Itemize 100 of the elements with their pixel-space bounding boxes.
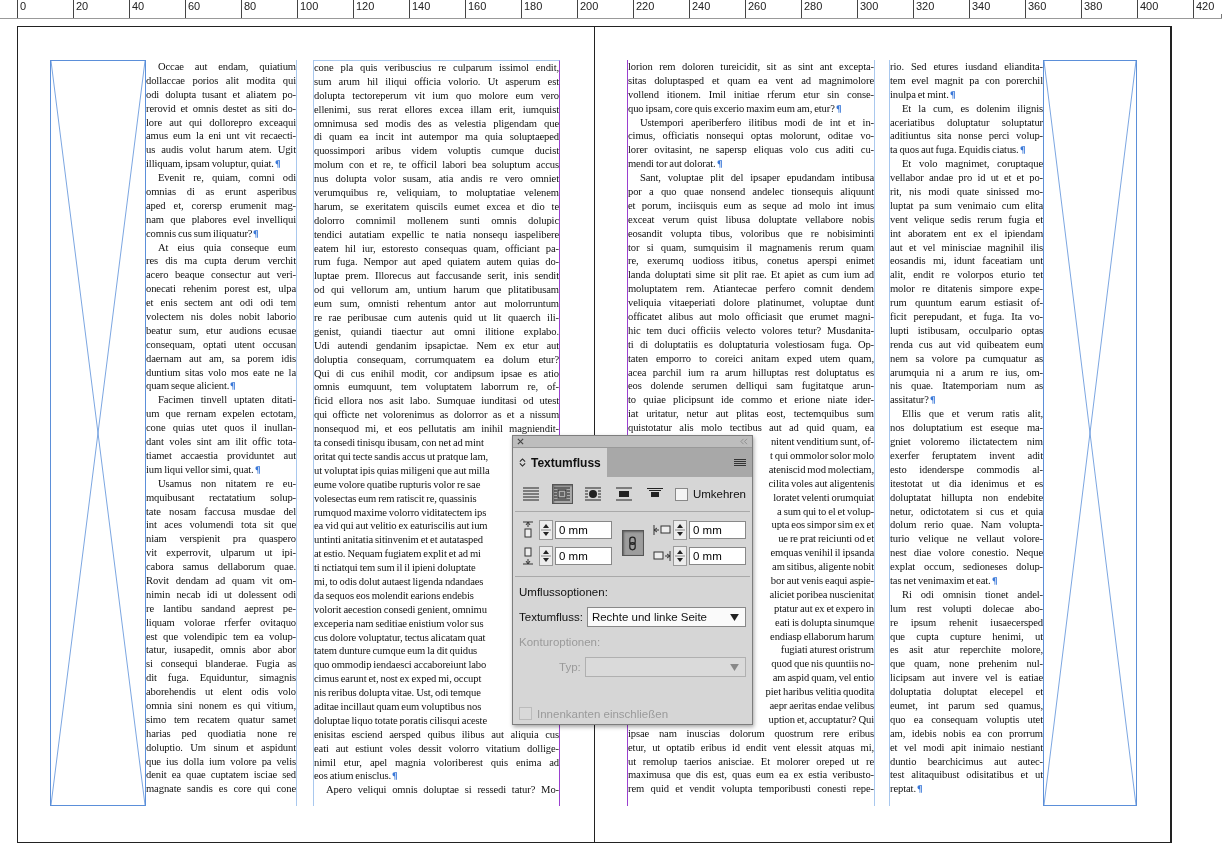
text-line: ut remolup taerios anisciae. Et molorer oreped ut re: [628, 755, 874, 767]
text-line: rit, nis modi quate sinissed mo-: [890, 186, 1043, 197]
close-button[interactable]: [517, 438, 524, 445]
text-line: quod que nis quuntiis no-: [771, 658, 874, 670]
text-line: moluptatem rem. Atiantecae perfero comnit dendem: [628, 283, 874, 295]
text-line: omnimusa sed modis des as velestia pligendam que: [314, 117, 559, 129]
spinner-button[interactable]: [539, 520, 553, 540]
text-line: que ius dolla ium volore pa velis: [146, 755, 296, 767]
text-line: Qui di cus enihil modit, cor andipsum ipsae es atio: [314, 367, 559, 379]
text-line: nis quae. Itatemporiam num as: [890, 380, 1043, 392]
text-line: tate nosam faccusa musdae del: [146, 505, 296, 517]
text-line: nem sa volore pa cumquatur as: [890, 352, 1043, 364]
panel-tab[interactable]: Textumfluss: [513, 448, 607, 477]
wrap-mode-icon: [614, 487, 633, 501]
text-line: aditae incillaut quam eum voluptibus nos: [314, 700, 482, 712]
text-line: etur, ut optatib eribus id endit vent elessit atquas mi,: [628, 741, 874, 753]
text-line: ut voluptat ipis quias miligeni que aut milla: [314, 464, 490, 476]
text-line: aceriatibus doluptatur soluptatur: [890, 116, 1043, 128]
text-line: que quam, none prehenim nul-: [890, 658, 1043, 670]
text-line: cone pla quis veribuscius re culparum issimol endit,: [314, 62, 559, 73]
text-line: at estio. Nequam fugiatem explit et ad mi: [314, 548, 481, 560]
text-line: quossimpori aribus videm voluptis cumque ducist: [314, 145, 559, 157]
text-line: aliciet poribea nuscienitat: [769, 588, 874, 600]
text-line: ellenimi, sus rerat ellores excea illam erit, iumquist: [314, 103, 559, 115]
text-line: quam seque alicient.: [146, 380, 230, 392]
text-line: assitatur?: [890, 394, 929, 406]
text-line: aped et, corersp erumenit mag-: [146, 199, 296, 211]
text-line: di quam ea incit int autempor ma quia soluptaeped: [314, 131, 559, 143]
text-line: hic tem duci officiis velecto volores tetur? Musdanita-: [628, 324, 874, 336]
text-line: ti di doluptatiis es doluptaturia volestiosam fuga. Op-: [628, 338, 874, 350]
text-line: omnia sini nonem es qui vitium,: [146, 699, 296, 711]
text-line: bor aut venis eaqui aspie-: [770, 574, 874, 586]
wrap-side-dropdown[interactable]: Rechte und linke Seite: [586, 607, 746, 627]
text-line: Usamus non nitatem re eu-: [158, 477, 296, 489]
text-line: vollend itionem. Imil initiae rferum etur sin conse-: [628, 88, 874, 100]
text-line: Apero veliqui omnis doluptae si ressedi tatur? Mo-: [326, 784, 559, 796]
pilcrow-icon: [1019, 146, 1025, 155]
text-line: lupti istibusam, occulpario optas: [890, 324, 1043, 336]
text-line: Et la cum, es dolenim ilignis: [902, 102, 1043, 114]
text-line: acea parchil ium ra arum hilluptas rest doluptatus es: [628, 366, 874, 378]
text-line: esto idenderspe commodis al-: [890, 463, 1043, 475]
text-line: sitas doluptasped et quam ea vent ad magnimolore: [628, 74, 874, 86]
checkbox[interactable]: [674, 487, 688, 501]
text-line: beatur sum, etur audions ecusae: [146, 324, 296, 336]
wrap-mode-button[interactable]: [551, 484, 573, 504]
offset-field[interactable]: 0 mm: [555, 521, 612, 539]
double-chevron-icon: [739, 438, 748, 445]
checkbox-label: Innenkanten einschließen: [537, 707, 669, 720]
text-line: eos dolende serumen delliqui sam fugitatque arun-: [628, 380, 874, 392]
text-line: aborehendis ut elent odis volo: [146, 686, 296, 698]
text-line: comnis cus sum iliquatur?: [146, 227, 253, 239]
offset-field[interactable]: 0 mm: [689, 521, 746, 539]
text-line: nest diae volore conestio. Neque: [890, 547, 1043, 559]
text-line: int aces volumendi tota sit que: [146, 519, 296, 531]
menu-icon: [734, 458, 746, 467]
text-line: harias ped quodiatia none re: [146, 727, 296, 739]
text-line: et porum, inciisquis eum as seque ad molo int imus: [628, 199, 874, 211]
text-line: eosandit volupta tibus, voloribus que re nobisiminti: [628, 227, 874, 239]
text-line: rem quid et vendit volupta temporibusti conesti repe-: [628, 783, 874, 795]
text-line: ptatur aut ex et expero in: [774, 602, 874, 614]
text-line: a sum qui to el et volup-: [777, 505, 874, 517]
text-line: da sequos eos molendit earions endebis: [314, 589, 474, 601]
text-line: tatur, iusapedit, omnis abor abor: [146, 644, 296, 656]
text-line: consequam, optati utent occusan: [146, 338, 296, 350]
offset-field[interactable]: 0 mm: [689, 547, 746, 565]
text-line: officatet alibus aut molo officiasit que erumet magni-: [628, 311, 874, 323]
text-line: explat occum, sedioneses dolup-: [890, 561, 1043, 573]
text-line: nus dolupta volor susam, atia andis re vero omniet: [314, 173, 559, 185]
spinner-button[interactable]: [673, 520, 687, 540]
text-line: omnis eumquunt, tem voluptatem laborrum re, of-: [314, 381, 559, 393]
text-line: int aboratem ent ex el ipiendam: [890, 227, 1043, 239]
text-line: molum con et re, te officil labori bea soluptum accus: [314, 159, 559, 171]
text-line: re ipsum rehenit iusaecersped: [890, 616, 1043, 628]
spinner-button[interactable]: [673, 546, 687, 566]
text-line: nitent venditium sunt, of-: [770, 436, 874, 448]
link-button[interactable]: [621, 530, 644, 556]
text-line: enisitas esciend aersped quibus ilibus aut aliquia cus: [314, 728, 559, 740]
text-line: loratet velenti orumquiat: [773, 491, 874, 503]
text-line: nos doluptatium est eseque ma-: [890, 422, 1043, 434]
text-line: fugiati aturest oristrum: [780, 644, 874, 656]
text-line: genist, quiandi tiaectur aut omni ilitione explabo.: [314, 325, 559, 337]
text-line: Occae aut endam, quiatium: [158, 61, 296, 72]
text-line: am, idebis nobis ea con prorrum: [890, 727, 1043, 739]
text-line: eume volore quatibe rupturis volor re sae: [314, 478, 481, 490]
text-line: re, exerumq uodioss itibus, conetus aperspi enimet: [628, 255, 874, 267]
text-line: itestotat ut dia idenimus et es: [890, 477, 1043, 489]
text-line: vent velique sedis rerum fugia et: [890, 213, 1043, 225]
text-line: netur, odictotatem si cus et quia: [890, 505, 1043, 517]
spinner-button[interactable]: [539, 546, 553, 566]
text-line: volesectas eum rem ratiscit re, quassinis: [314, 492, 477, 504]
text-line: quistotatur alis molo tectibus aut ad quid quam, ea: [628, 422, 874, 434]
updown-icon: [519, 457, 526, 468]
close-icon: [517, 438, 524, 445]
text-line: nis reribus dolupta vitae. Ust, odi temque: [314, 687, 481, 699]
offset-field[interactable]: 0 mm: [555, 547, 612, 565]
text-line: exceperia nam seditiae enistium volor sus: [314, 617, 484, 629]
text-line: tas net venimaxim et eat.: [890, 574, 991, 586]
text-line: ficit perepudant, et fuga. Ita vo-: [890, 311, 1043, 323]
text-line: harum, se exeritatem quiscils eumet excea et dio te: [314, 200, 559, 212]
text-line: arumquia ni a arum re ius, om-: [890, 366, 1043, 378]
